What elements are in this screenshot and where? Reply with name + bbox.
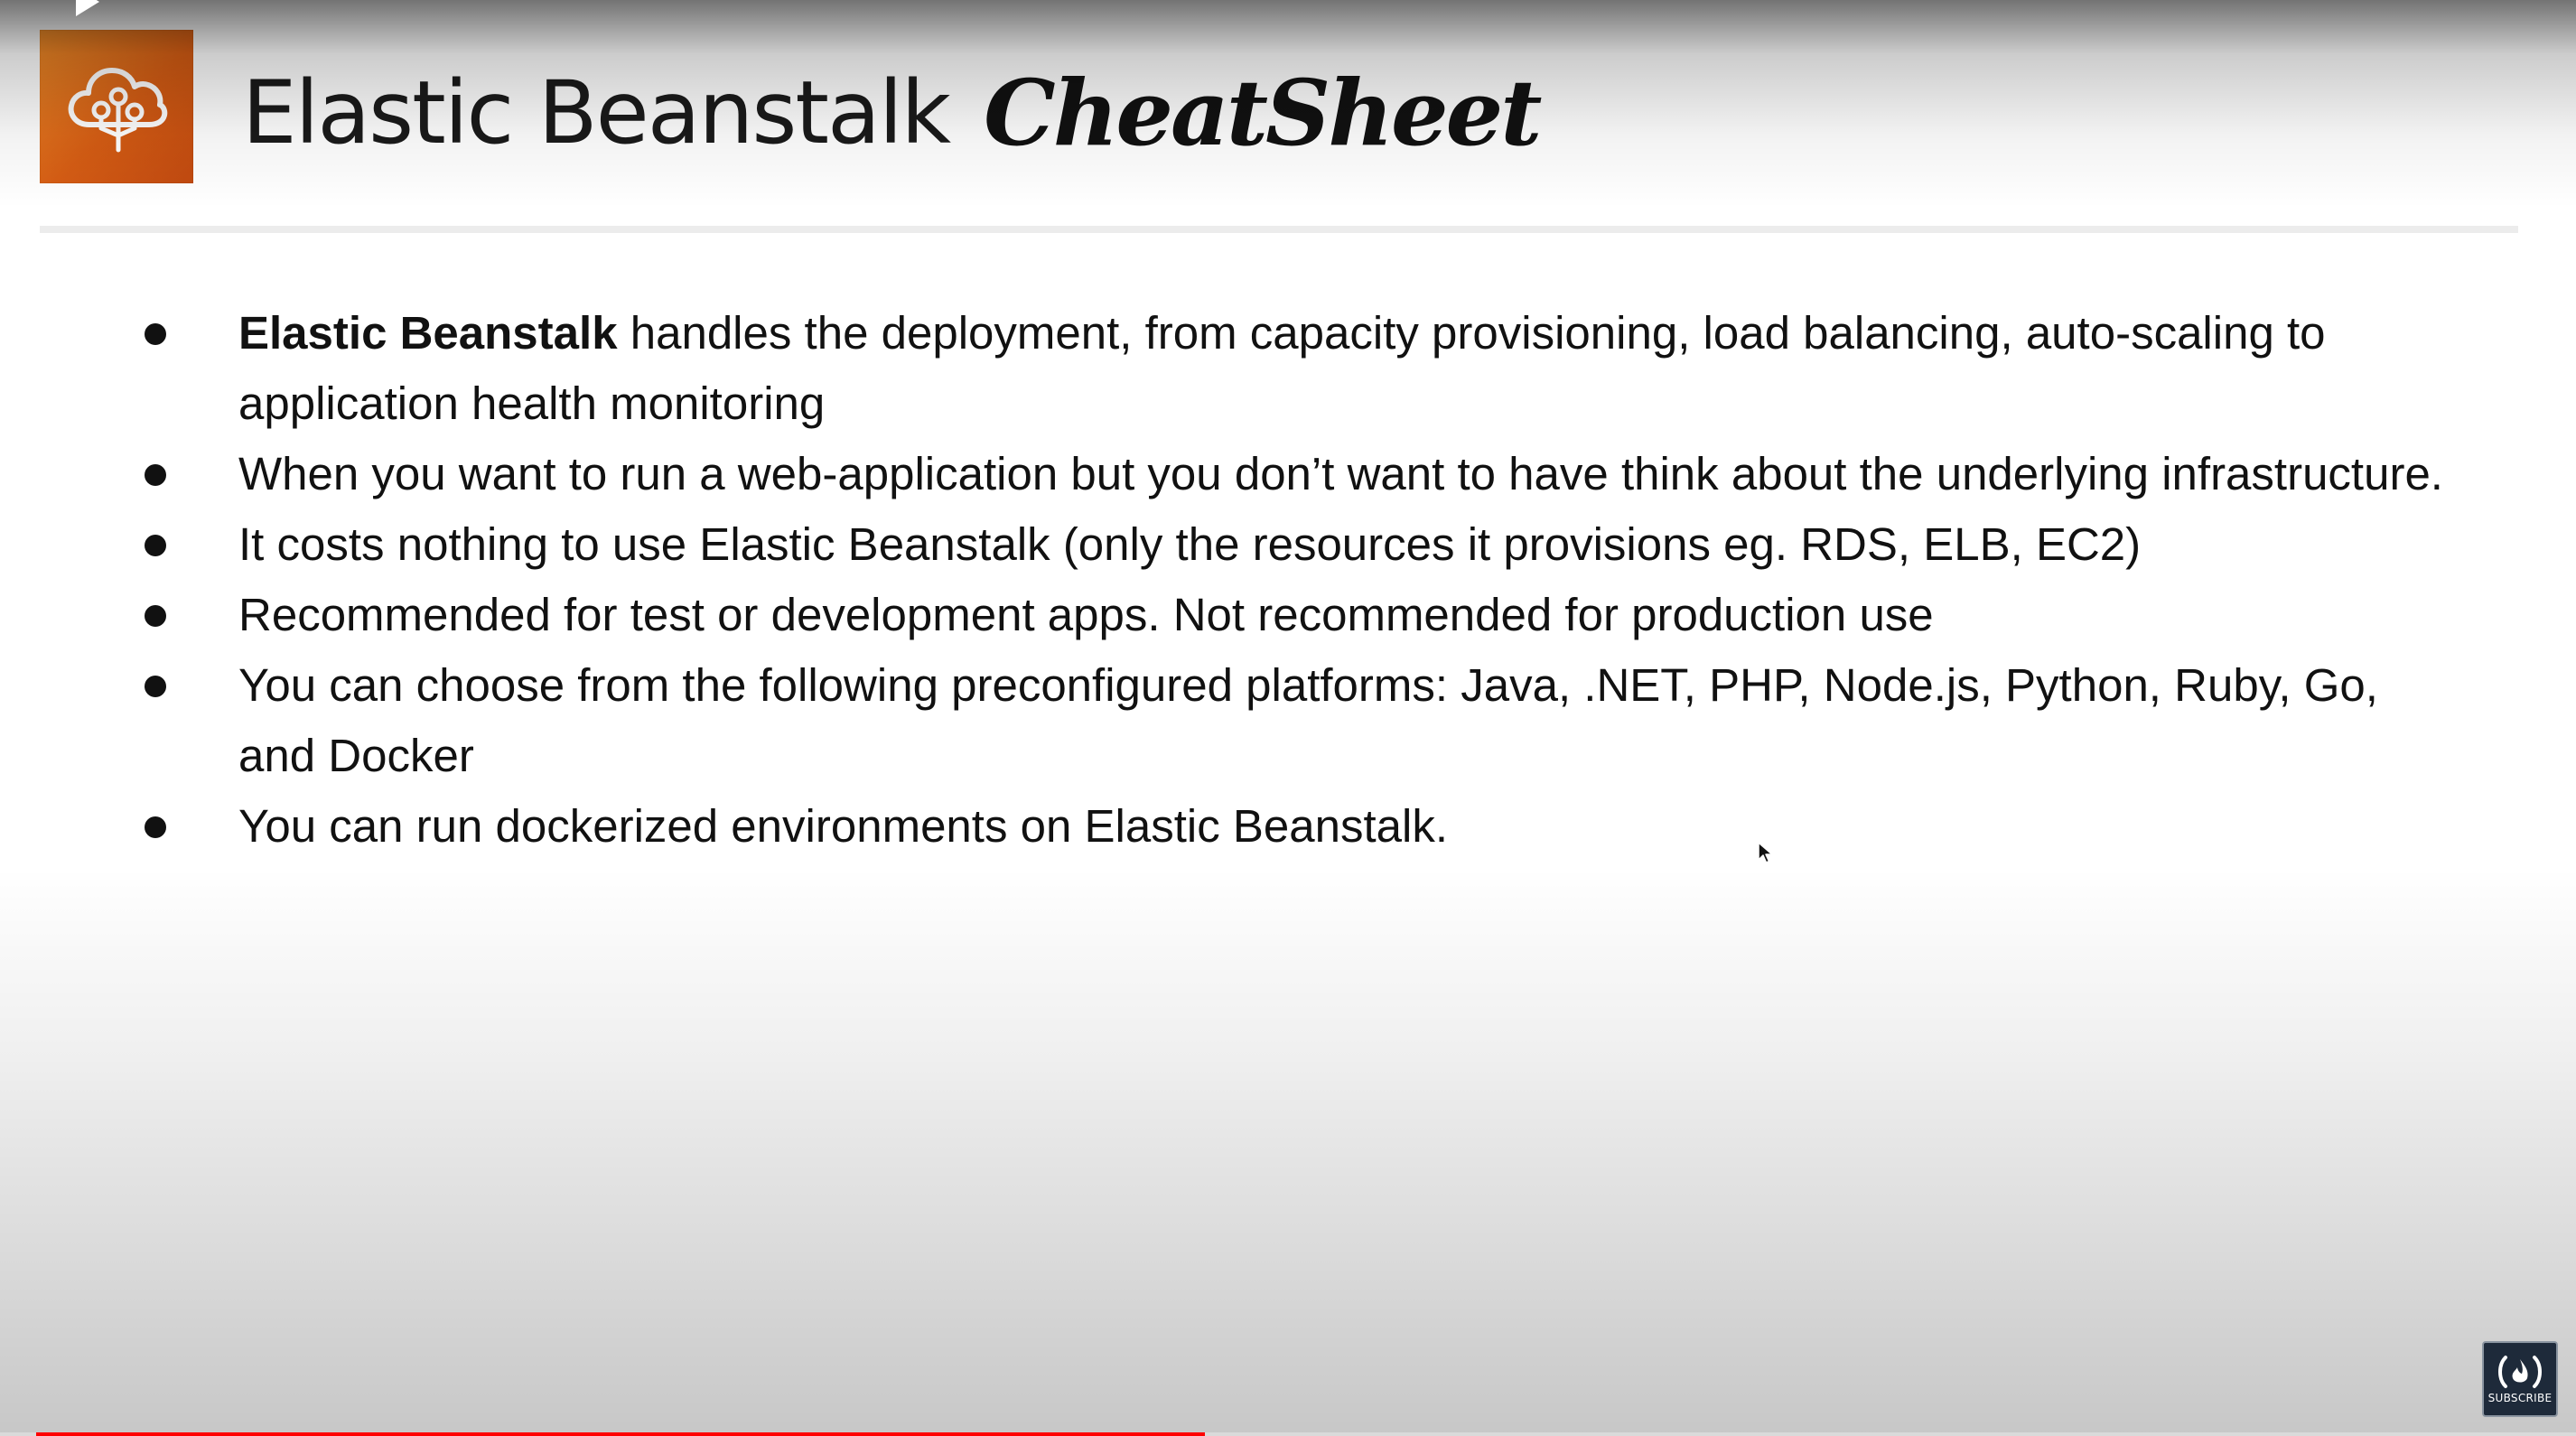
- subscribe-button[interactable]: SUBSCRIBE: [2482, 1341, 2558, 1417]
- title-script-text: CheatSheet: [984, 60, 1542, 166]
- bullet-dot-icon: [145, 535, 166, 556]
- bullet-bold-text: Elastic Beanstalk: [238, 307, 618, 359]
- bullet-text: When you want to run a web-application b…: [238, 448, 2443, 499]
- subscribe-label: SUBSCRIBE: [2487, 1392, 2553, 1404]
- bullet-dot-icon: [145, 816, 166, 838]
- title-main-text: Elastic Beanstalk: [242, 62, 951, 163]
- bullet-item: Elastic Beanstalk handles the deployment…: [145, 298, 2457, 439]
- bullet-item: You can choose from the following precon…: [145, 650, 2457, 791]
- slide-title: Elastic Beanstalk CheatSheet: [242, 50, 1542, 176]
- bullet-list: Elastic Beanstalk handles the deployment…: [145, 298, 2457, 862]
- bullet-dot-icon: [145, 605, 166, 627]
- freecodecamp-flame-icon: [2498, 1356, 2542, 1388]
- bullet-text: Recommended for test or development apps…: [238, 589, 1934, 640]
- bullet-item: You can run dockerized environments on E…: [145, 791, 2457, 862]
- bullet-dot-icon: [145, 323, 166, 345]
- elastic-beanstalk-logo: [40, 30, 193, 183]
- bullet-item: Recommended for test or development apps…: [145, 580, 2457, 650]
- bullet-item: It costs nothing to use Elastic Beanstal…: [145, 509, 2457, 580]
- bullet-dot-icon: [145, 464, 166, 486]
- video-progress-fill: [36, 1432, 1205, 1436]
- bullet-text: You can choose from the following precon…: [238, 659, 2378, 781]
- title-divider: [40, 226, 2518, 233]
- bullet-dot-icon: [145, 676, 166, 697]
- play-icon[interactable]: [76, 0, 99, 16]
- bullet-text: It costs nothing to use Elastic Beanstal…: [238, 518, 2142, 570]
- bullet-item: When you want to run a web-application b…: [145, 439, 2457, 509]
- player-bottom-gradient: [0, 867, 2576, 1436]
- cloud-tree-icon: [68, 68, 168, 153]
- bullet-text: You can run dockerized environments on E…: [238, 800, 1449, 852]
- mouse-cursor-icon: [1758, 842, 1773, 863]
